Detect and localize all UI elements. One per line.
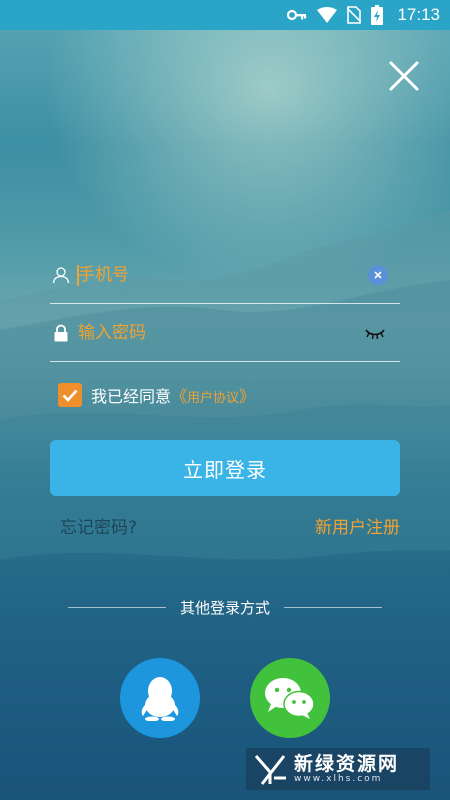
phone-input[interactable] xyxy=(78,246,358,304)
user-icon xyxy=(52,266,70,284)
key-icon xyxy=(287,9,307,21)
clear-button[interactable] xyxy=(368,265,388,285)
clear-icon xyxy=(374,271,382,279)
watermark-url: www.xlhs.com xyxy=(294,774,383,784)
watermark-logo xyxy=(254,755,286,785)
agreement-text: 我已经同意 xyxy=(91,387,172,406)
status-time: 17:13 xyxy=(397,5,440,24)
wifi-icon xyxy=(317,7,338,23)
phone-field xyxy=(50,246,400,304)
eye-closed-icon[interactable] xyxy=(364,326,386,340)
wechat-icon xyxy=(265,678,315,719)
battery-charging-icon xyxy=(371,5,384,25)
no-sim-icon xyxy=(347,6,362,24)
qq-login-button[interactable] xyxy=(120,658,200,738)
qq-icon xyxy=(141,677,179,721)
check-icon xyxy=(62,389,78,402)
status-bar: 17:13 xyxy=(0,0,450,30)
divider-line-right xyxy=(284,607,383,608)
password-field xyxy=(50,304,400,362)
wechat-login-button[interactable] xyxy=(250,658,330,738)
user-agreement-link[interactable]: 《用户协议》 xyxy=(171,383,255,407)
forgot-password-link[interactable]: 忘记密码? xyxy=(60,513,137,538)
open-bracket: 《 xyxy=(171,387,188,406)
password-input[interactable] xyxy=(78,304,358,362)
agreement-checkbox[interactable] xyxy=(58,383,82,407)
watermark-title: 新绿资源网 xyxy=(294,753,400,775)
login-button[interactable]: 立即登录 xyxy=(50,440,400,496)
user-agreement-label: 用户协议 xyxy=(187,391,240,406)
lock-icon xyxy=(52,324,70,342)
other-login-divider: 其他登录方式 xyxy=(68,597,383,618)
watermark: 新绿资源网 www.xlhs.com xyxy=(246,748,430,790)
divider-line-left xyxy=(68,607,166,608)
close-bracket: 》 xyxy=(239,387,256,406)
register-link[interactable]: 新用户注册 xyxy=(315,513,400,538)
close-icon xyxy=(389,61,419,91)
close-button[interactable] xyxy=(388,60,420,92)
other-login-label: 其他登录方式 xyxy=(180,599,271,617)
agreement-row: 我已经同意 《用户协议》 xyxy=(58,383,255,407)
